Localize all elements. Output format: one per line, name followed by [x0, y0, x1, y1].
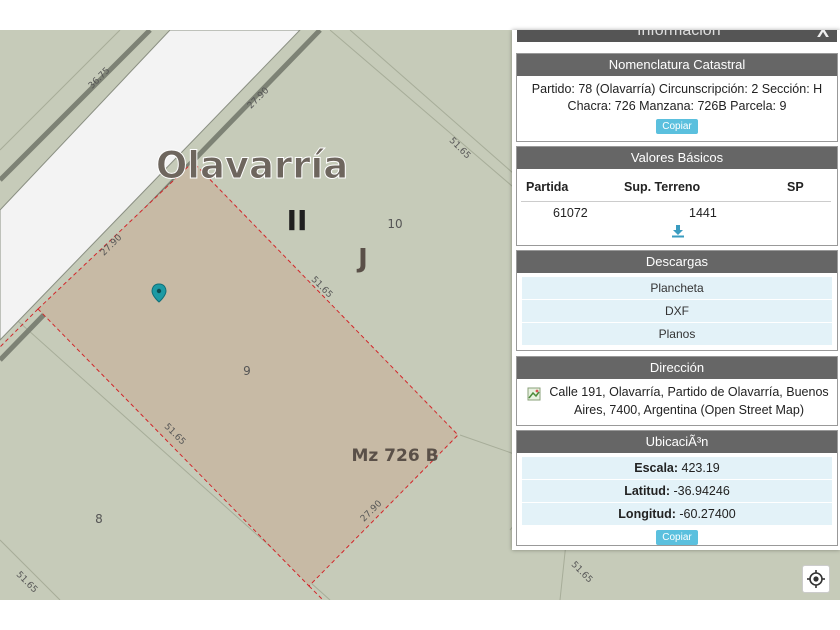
descargas-header: Descargas: [517, 251, 837, 273]
table-divider: [521, 201, 831, 202]
planos-link[interactable]: Planos: [522, 323, 832, 346]
col-partida-header: Partida: [526, 180, 569, 194]
lot-10-label: 10: [387, 217, 402, 231]
info-panel-title: Información: [637, 30, 721, 39]
copy-nomenclatura-button[interactable]: Copiar: [656, 119, 698, 134]
dimension-label: 51.65: [14, 570, 39, 595]
col-sup-terreno-header: Sup. Terreno: [624, 180, 701, 194]
info-panel-header: Información X: [517, 30, 837, 42]
dimension-label: 51.65: [569, 560, 594, 585]
longitud-value: -60.27400: [675, 507, 736, 521]
col-sp-header: SP: [787, 180, 804, 194]
longitud-row: Longitud: -60.27400: [522, 503, 832, 526]
valores-section: Valores Básicos Partida Sup. Terreno SP …: [516, 146, 838, 246]
latitud-label: Latitud:: [624, 484, 671, 498]
valores-header: Valores Básicos: [517, 147, 837, 169]
nomenclatura-section: Nomenclatura Catastral Partido: 78 (Olav…: [516, 53, 838, 142]
download-icon[interactable]: [671, 224, 685, 238]
plancheta-link[interactable]: Plancheta: [522, 277, 832, 300]
copy-ubicacion-button[interactable]: Copiar: [656, 530, 698, 545]
direccion-line2: Aires, 7400, Argentina (Open Street Map): [574, 403, 804, 417]
manzana-label: Mz 726 B: [351, 446, 438, 466]
close-icon[interactable]: X: [817, 30, 829, 42]
map-image-icon: [527, 387, 541, 401]
escala-value: 423.19: [678, 461, 720, 475]
partida-value: 61072: [553, 206, 588, 220]
latitud-value: -36.94246: [670, 484, 730, 498]
descargas-section: Descargas Plancheta DXF Planos: [516, 250, 838, 351]
dimension-label: 36.75: [87, 66, 112, 91]
lot-9-label: 9: [243, 364, 251, 378]
seccion-label: J: [356, 244, 368, 274]
circunscripcion-label: II: [287, 204, 308, 237]
valores-table: Partida Sup. Terreno SP 61072 1441: [517, 169, 837, 244]
direccion-header: Dirección: [517, 357, 837, 379]
dimension-label: 27.90: [246, 86, 271, 111]
nomenclatura-line2: Chacra: 726 Manzana: 726B Parcela: 9: [567, 99, 787, 113]
direccion-text: Calle 191, Olavarría, Partido de Olavarr…: [547, 383, 831, 419]
direccion-section: Dirección Calle 191, Olavarría, Partido …: [516, 356, 838, 426]
nomenclatura-line1: Partido: 78 (Olavarría) Circunscripción:…: [531, 82, 823, 96]
nomenclatura-header: Nomenclatura Catastral: [517, 54, 837, 76]
city-label: Olavarría: [156, 144, 348, 187]
crosshair-icon: [807, 570, 825, 588]
latitud-row: Latitud: -36.94246: [522, 480, 832, 503]
ubicacion-section: UbicaciÃ³n Escala: 423.19 Latitud: -36.9…: [516, 430, 838, 546]
lot-8-label: 8: [95, 512, 103, 526]
dxf-link[interactable]: DXF: [522, 300, 832, 323]
longitud-label: Longitud:: [618, 507, 676, 521]
escala-label: Escala:: [634, 461, 679, 475]
ubicacion-header: UbicaciÃ³n: [517, 431, 837, 453]
nomenclatura-text: Partido: 78 (Olavarría) Circunscripción:…: [517, 76, 837, 134]
direccion-line1: Calle 191, Olavarría, Partido de Olavarr…: [549, 385, 829, 399]
escala-row: Escala: 423.19: [522, 457, 832, 480]
sup-terreno-value: 1441: [689, 206, 717, 220]
info-panel: Información X Nomenclatura Catastral Par…: [512, 30, 840, 550]
locate-me-button[interactable]: [802, 565, 830, 593]
